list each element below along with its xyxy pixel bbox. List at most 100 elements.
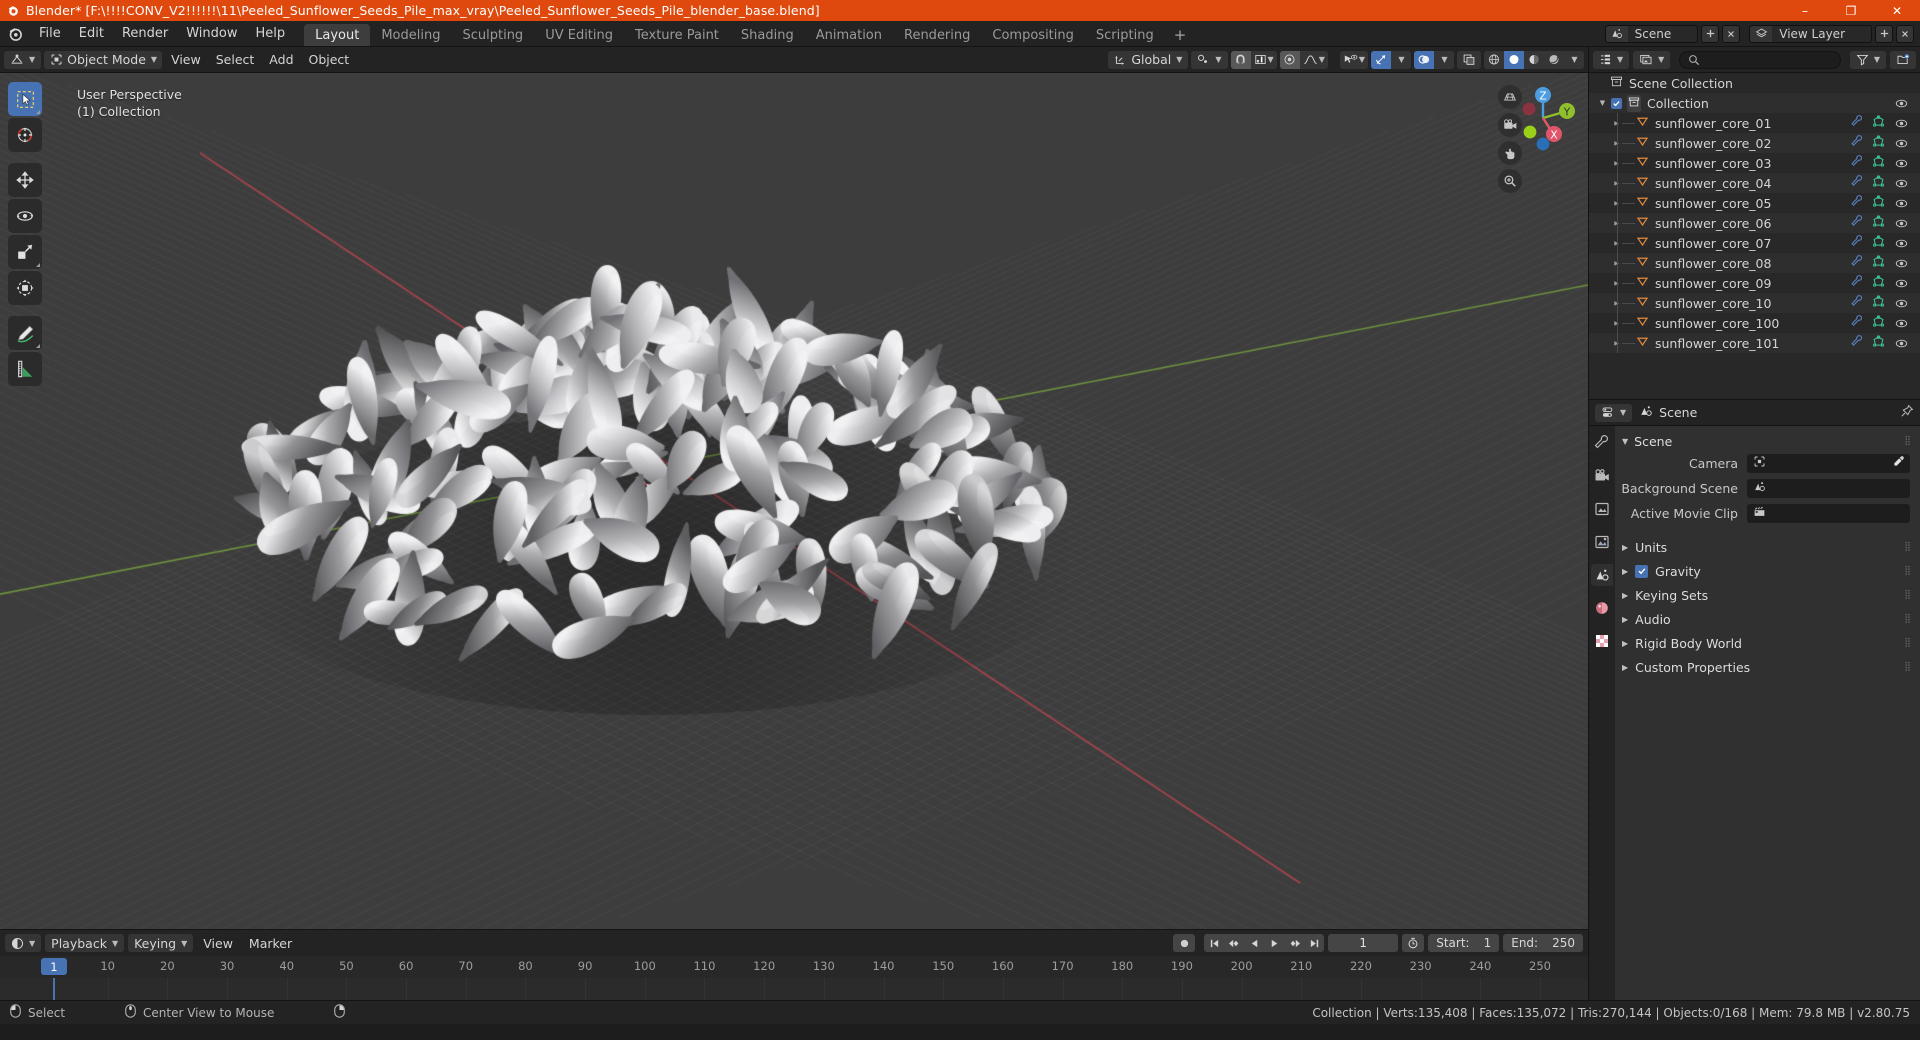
pivot-point-selector[interactable]: ▼ [1191, 50, 1228, 69]
blender-menu-icon[interactable] [0, 21, 30, 46]
snap-magnet-toggle[interactable] [1230, 50, 1251, 69]
timeline-editor-type-selector[interactable]: ▼ [5, 934, 42, 952]
visibility-eye-icon[interactable] [1894, 197, 1908, 210]
menu-render[interactable]: Render [113, 21, 177, 46]
mesh-data-icon[interactable] [1872, 275, 1885, 291]
transform-orientation-selector[interactable]: Global ▼ [1108, 50, 1189, 69]
outliner-row-object[interactable]: ▶ sunflower_core_10 [1589, 293, 1920, 313]
eyedropper-icon[interactable] [1893, 455, 1905, 471]
outliner-row-object[interactable]: ▶ sunflower_core_09 [1589, 273, 1920, 293]
visibility-eye-icon[interactable] [1894, 237, 1908, 250]
view-layer-selector[interactable]: View Layer [1749, 24, 1872, 43]
frame-start-field[interactable]: Start: 1 [1428, 934, 1500, 952]
world-tab[interactable] [1591, 597, 1613, 619]
shading-wireframe-button[interactable] [1484, 51, 1504, 69]
outliner-display-mode-selector[interactable]: ▼ [1633, 50, 1671, 69]
gizmo-options-dropdown[interactable]: ▼ [1391, 51, 1411, 69]
menu-window[interactable]: Window [177, 21, 246, 46]
scene-selector[interactable]: Scene [1604, 24, 1699, 43]
timeline-ruler[interactable]: 10 20 30 40 50 60 70 80 90 100 110 120 130 140 150 160 1… [0, 956, 1588, 978]
outliner-row-object[interactable]: ▶ sunflower_core_08 [1589, 253, 1920, 273]
modifier-icon[interactable] [1850, 235, 1863, 251]
menu-help[interactable]: Help [247, 21, 295, 46]
modifier-icon[interactable] [1850, 255, 1863, 271]
play-button[interactable] [1264, 934, 1285, 952]
outliner-row-object[interactable]: ▶ sunflower_core_04 [1589, 173, 1920, 193]
play-reverse-button[interactable] [1244, 934, 1265, 952]
outliner-row-scene-collection[interactable]: Scene Collection [1589, 73, 1920, 93]
outliner-row-object[interactable]: ▶ sunflower_core_06 [1589, 213, 1920, 233]
menu-file[interactable]: File [30, 21, 70, 46]
close-button[interactable]: ✕ [1874, 0, 1920, 21]
new-view-layer-button[interactable] [1875, 24, 1893, 43]
visibility-eye-icon[interactable] [1894, 317, 1908, 330]
visibility-eye-icon[interactable] [1894, 257, 1908, 270]
units-panel[interactable]: ▶ Units ⣿ [1615, 535, 1920, 559]
mesh-data-icon[interactable] [1872, 335, 1885, 351]
zoom-view-icon[interactable] [1498, 169, 1522, 193]
shading-rendered-button[interactable] [1544, 51, 1564, 69]
mesh-data-icon[interactable] [1872, 295, 1885, 311]
visibility-eye-icon[interactable] [1894, 337, 1908, 350]
tab-texture-paint[interactable]: Texture Paint [624, 24, 730, 46]
tab-modeling[interactable]: Modeling [370, 24, 451, 46]
modifier-icon[interactable] [1850, 195, 1863, 211]
shading-options-dropdown[interactable]: ▼ [1564, 51, 1584, 69]
scene-panel-header[interactable]: ▼ Scene ⣿ [1615, 430, 1920, 452]
rigid-body-world-panel[interactable]: ▶ Rigid Body World ⣿ [1615, 631, 1920, 655]
mesh-data-icon[interactable] [1872, 235, 1885, 251]
tweak-select-box-tool[interactable] [8, 82, 42, 116]
remove-view-layer-button[interactable] [1896, 24, 1914, 43]
jump-to-start-button[interactable] [1204, 934, 1225, 952]
jump-to-prev-keyframe-button[interactable] [1224, 934, 1245, 952]
visibility-eye-icon[interactable] [1894, 217, 1908, 230]
modifier-icon[interactable] [1850, 215, 1863, 231]
modifier-icon[interactable] [1850, 135, 1863, 151]
mesh-data-icon[interactable] [1872, 115, 1885, 131]
mesh-data-icon[interactable] [1872, 315, 1885, 331]
view-layer-tab[interactable] [1591, 531, 1613, 553]
viewport-menu-object[interactable]: Object [303, 51, 356, 69]
mesh-data-icon[interactable] [1872, 175, 1885, 191]
minimize-button[interactable]: – [1782, 0, 1828, 21]
modifier-icon[interactable] [1850, 175, 1863, 191]
3d-viewport[interactable]: User Perspective (1) Collection Z Y X [0, 73, 1588, 929]
visibility-eye-icon[interactable] [1894, 117, 1908, 130]
modifier-icon[interactable] [1850, 275, 1863, 291]
tab-compositing[interactable]: Compositing [981, 24, 1085, 46]
show-overlays-toggle[interactable] [1414, 50, 1434, 69]
xray-toggle[interactable] [1457, 50, 1481, 69]
visibility-eye-icon[interactable] [1894, 297, 1908, 310]
visibility-eye-icon[interactable] [1894, 137, 1908, 150]
modifier-icon[interactable] [1850, 315, 1863, 331]
menu-edit[interactable]: Edit [70, 21, 113, 46]
mesh-data-icon[interactable] [1872, 155, 1885, 171]
background-scene-field[interactable] [1747, 478, 1910, 498]
outliner-editor-type-selector[interactable]: ▼ [1593, 50, 1630, 69]
expand-triangle-icon[interactable]: ▼ [1597, 99, 1608, 107]
texture-tab[interactable] [1591, 630, 1613, 652]
outliner-row-object[interactable]: ▶ sunflower_core_02 [1589, 133, 1920, 153]
timeline-track-area[interactable] [0, 978, 1588, 1000]
overlay-options-dropdown[interactable]: ▼ [1434, 51, 1454, 69]
outliner-row-object[interactable]: ▶ sunflower_core_101 [1589, 333, 1920, 353]
outliner-row-object[interactable]: ▶ sunflower_core_100 [1589, 313, 1920, 333]
custom-properties-panel[interactable]: ▶ Custom Properties ⣿ [1615, 655, 1920, 679]
mesh-data-icon[interactable] [1872, 255, 1885, 271]
modifier-icon[interactable] [1850, 155, 1863, 171]
measure-tool[interactable] [8, 352, 42, 386]
timeline-playhead[interactable]: 1 [40, 958, 67, 975]
visibility-eye-icon[interactable] [1894, 277, 1908, 290]
tab-shading[interactable]: Shading [730, 24, 805, 46]
tab-animation[interactable]: Animation [805, 24, 893, 46]
modifier-icon[interactable] [1850, 115, 1863, 131]
transform-tool[interactable] [8, 271, 42, 305]
use-preview-range-button[interactable] [1402, 934, 1425, 952]
tab-rendering[interactable]: Rendering [893, 24, 981, 46]
viewport-menu-view[interactable]: View [165, 51, 207, 69]
outliner-search-input[interactable] [1679, 50, 1841, 69]
outliner-row-collection[interactable]: ▼ Collection [1589, 93, 1920, 113]
outliner-tree[interactable]: Scene Collection ▼ Collection ▶ [1589, 73, 1920, 399]
output-tab[interactable] [1591, 498, 1613, 520]
jump-to-end-button[interactable] [1304, 934, 1325, 952]
